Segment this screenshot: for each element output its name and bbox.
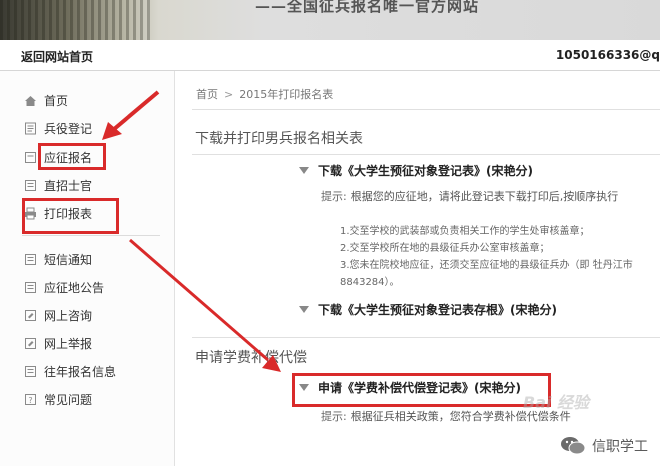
triangle-down-icon bbox=[299, 167, 309, 174]
hint-label: 提示: bbox=[321, 410, 347, 423]
breadcrumb-divider bbox=[192, 109, 660, 110]
sidebar-item-label: 常见问题 bbox=[44, 392, 93, 407]
wechat-watermark: 信职学工 bbox=[560, 436, 648, 456]
sidebar-item-sms-notice[interactable]: 短信通知 bbox=[24, 248, 92, 270]
breadcrumb-separator: > bbox=[224, 87, 234, 101]
hint-label: 提示: bbox=[321, 190, 347, 203]
sidebar-item-history-info[interactable]: 往年报名信息 bbox=[24, 360, 116, 382]
sidebar-item-military-registration[interactable]: 兵役登记 bbox=[24, 117, 92, 139]
back-to-home-link[interactable]: 返回网站首页 bbox=[21, 48, 93, 65]
report-icon bbox=[24, 337, 37, 350]
sidebar-divider bbox=[22, 235, 160, 236]
sidebar-item-label: 应征报名 bbox=[44, 150, 93, 165]
apply-tuition-compensation-link[interactable]: 申请《学费补偿代偿登记表》(宋艳分) bbox=[299, 379, 521, 396]
sidebar-item-label: 短信通知 bbox=[44, 252, 93, 267]
compensation-section-title: 申请学费补偿代偿 bbox=[195, 350, 307, 366]
sidebar-item-label: 网上举报 bbox=[44, 336, 93, 351]
section-divider bbox=[192, 337, 660, 338]
sidebar-item-label: 兵役登记 bbox=[44, 121, 93, 136]
sidebar-item-print-report[interactable]: 打印报表 bbox=[24, 202, 92, 224]
print-icon bbox=[24, 207, 37, 220]
download-item-label: 下载《大学生预征对象登记表存根》(宋艳分) bbox=[318, 303, 557, 317]
breadcrumb-home-link[interactable]: 首页 bbox=[196, 86, 218, 102]
sidebar-item-online-report[interactable]: 网上举报 bbox=[24, 332, 92, 354]
svg-text:?: ? bbox=[28, 396, 32, 405]
sidebar-item-label: 打印报表 bbox=[44, 206, 93, 221]
banner-image bbox=[0, 0, 150, 40]
wechat-icon bbox=[560, 436, 586, 456]
sidebar-item-direct-officer[interactable]: 直招士官 bbox=[24, 174, 92, 196]
triangle-down-icon bbox=[299, 306, 309, 313]
sidebar-item-label: 应征地公告 bbox=[44, 280, 105, 295]
sidebar-item-faq[interactable]: ? 常见问题 bbox=[24, 388, 92, 410]
instruction-step: 8843284）。 bbox=[340, 277, 400, 288]
download-hint: 提示: 根据您的应征地，请将此登记表下载打印后,按顺序执行 bbox=[321, 188, 618, 204]
breadcrumb: 首页 > 2015年打印报名表 bbox=[196, 86, 333, 102]
history-icon bbox=[24, 365, 37, 378]
banner-slogan: ——全国征兵报名唯一官方网站 bbox=[255, 0, 480, 15]
instruction-step: 1.交至学校的武装部或负责相关工作的学生处审核盖章； bbox=[340, 226, 590, 237]
form-icon bbox=[24, 122, 37, 135]
sidebar-item-label: 首页 bbox=[44, 93, 69, 108]
instruction-step: 3.您未在院校地应征，还须交至应征地的县级征兵办（即 牡丹江市 bbox=[340, 260, 633, 271]
home-icon bbox=[24, 94, 37, 107]
sidebar-item-local-notice[interactable]: 应征地公告 bbox=[24, 276, 104, 298]
breadcrumb-current: 2015年打印报名表 bbox=[239, 88, 334, 101]
sidebar-item-label: 直招士官 bbox=[44, 178, 93, 193]
sidebar-item-label: 往年报名信息 bbox=[44, 364, 117, 379]
sidebar: 首页 兵役登记 应征报名 直招士官 打印报表 短信通知 应征地公告 网上咨询 网… bbox=[0, 71, 175, 466]
sidebar-item-enlist[interactable]: 应征报名 bbox=[24, 146, 92, 168]
hint-text: 根据您的应征地，请将此登记表下载打印后,按顺序执行 bbox=[350, 190, 619, 203]
triangle-down-icon bbox=[299, 384, 309, 391]
top-nav-bar: 返回网站首页 1050166336@q bbox=[0, 40, 660, 71]
consult-icon bbox=[24, 309, 37, 322]
watermark-text: 信职学工 bbox=[592, 439, 648, 455]
instruction-step: 2.交至学校所在地的县级征兵办公室审核盖章； bbox=[340, 243, 550, 254]
sidebar-item-online-consult[interactable]: 网上咨询 bbox=[24, 304, 92, 326]
download-item-label: 下载《大学生预征对象登记表》(宋艳分) bbox=[318, 164, 533, 178]
sidebar-item-label: 网上咨询 bbox=[44, 308, 93, 323]
section-divider bbox=[192, 154, 660, 155]
download-registration-stub-link[interactable]: 下载《大学生预征对象登记表存根》(宋艳分) bbox=[299, 301, 557, 318]
account-email[interactable]: 1050166336@q bbox=[556, 48, 660, 62]
baidu-watermark: Bai 经验 bbox=[523, 393, 590, 412]
download-registration-form-link[interactable]: 下载《大学生预征对象登记表》(宋艳分) bbox=[299, 162, 533, 179]
notice-icon bbox=[24, 281, 37, 294]
officer-icon bbox=[24, 179, 37, 192]
download-section-title: 下载并打印男兵报名相关表 bbox=[195, 131, 363, 147]
enlist-icon bbox=[24, 151, 37, 164]
sidebar-item-home[interactable]: 首页 bbox=[24, 89, 68, 111]
faq-icon: ? bbox=[24, 393, 37, 406]
site-banner: ——全国征兵报名唯一官方网站 bbox=[0, 0, 660, 40]
sms-icon bbox=[24, 253, 37, 266]
apply-item-label: 申请《学费补偿代偿登记表》(宋艳分) bbox=[318, 381, 521, 395]
